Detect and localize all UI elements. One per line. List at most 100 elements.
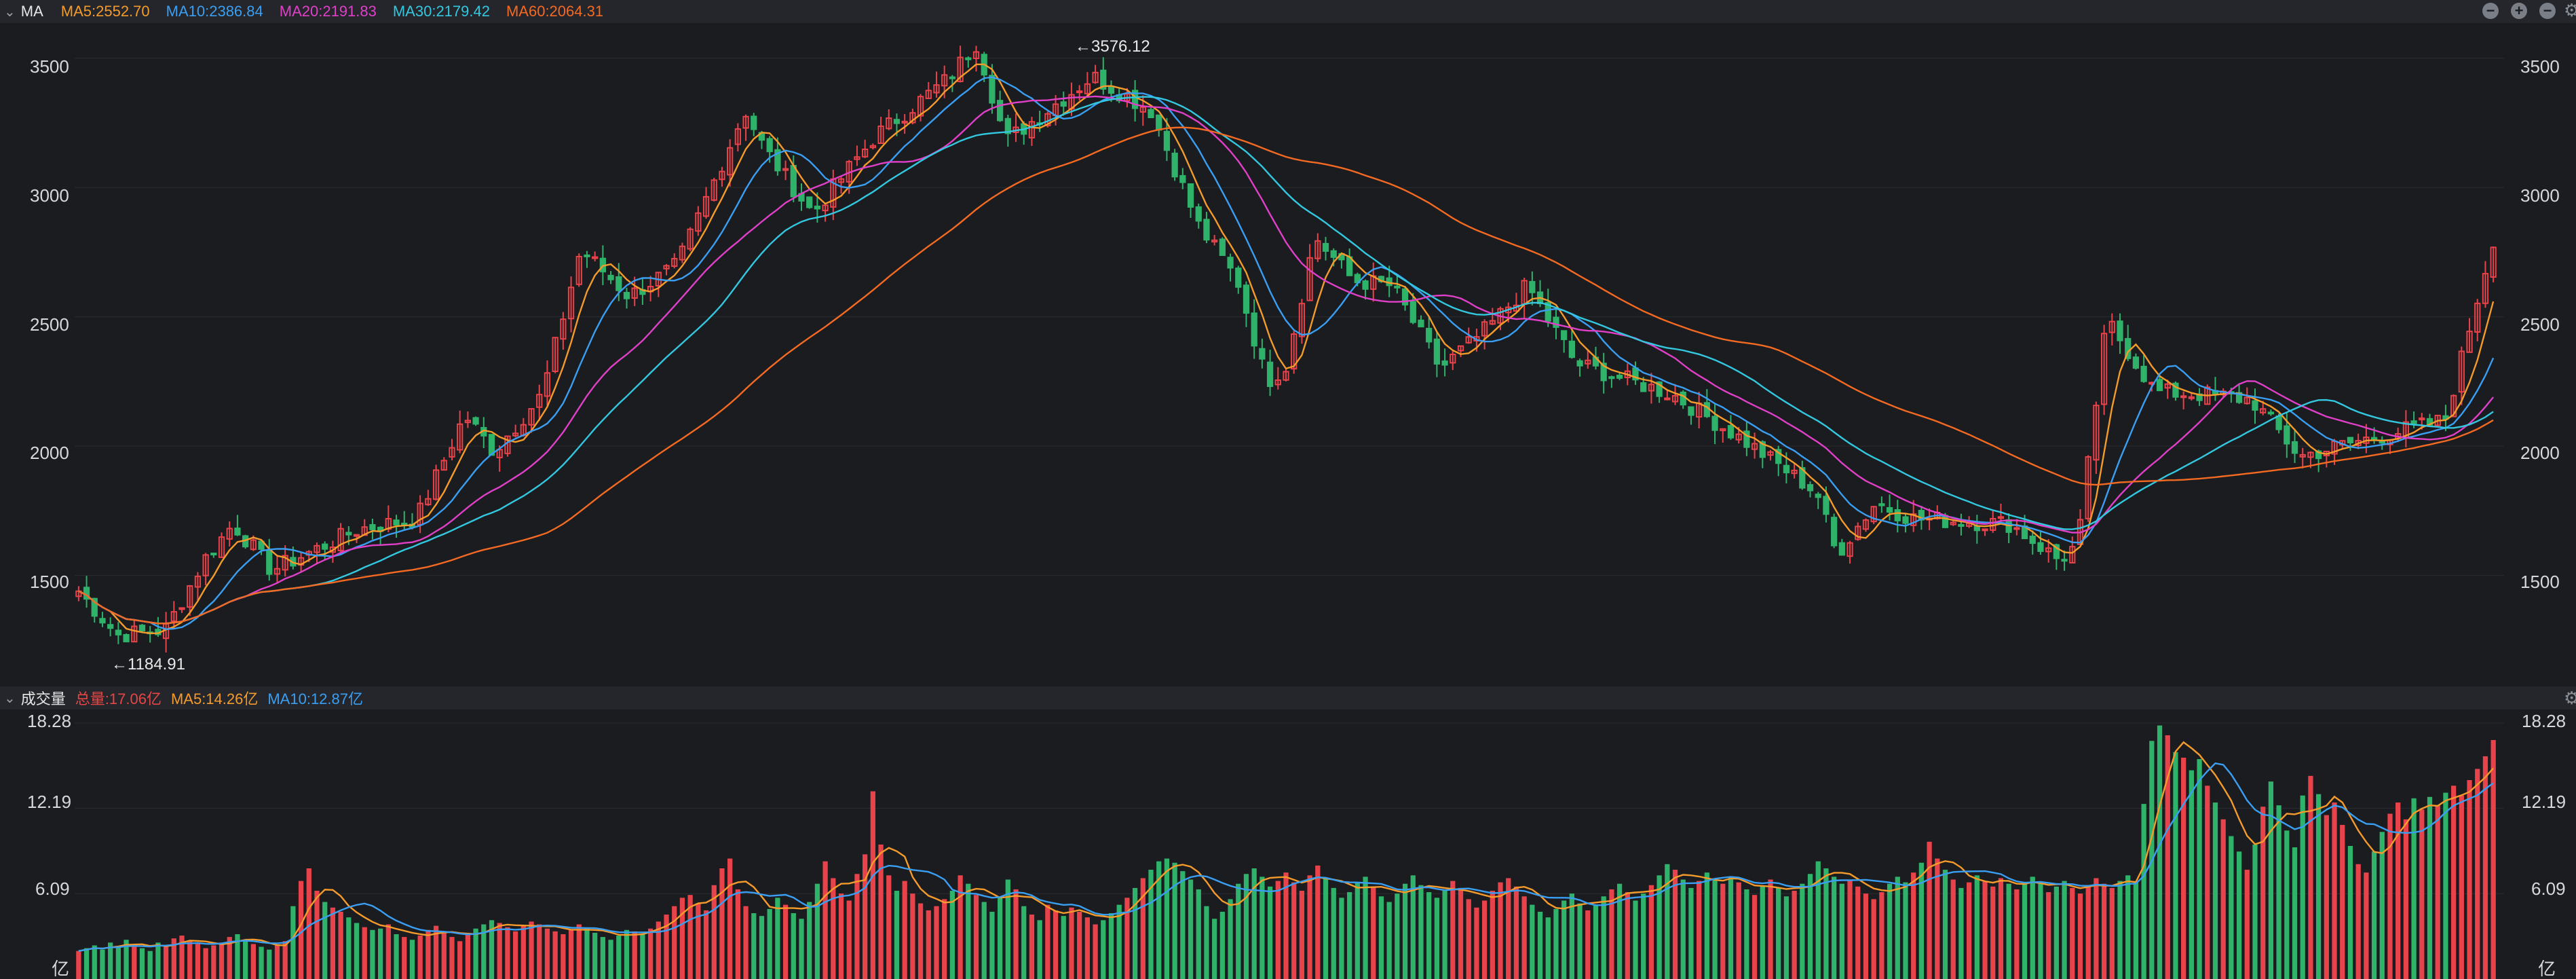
volume-bar [751, 913, 757, 979]
volume-bar [1037, 920, 1042, 979]
volume-bar [537, 924, 542, 979]
ma-indicator-title[interactable]: MA [21, 3, 43, 20]
candle-body [1958, 523, 1965, 527]
volume-bar [211, 945, 216, 979]
volume-bar [2101, 883, 2107, 979]
volume-bar [1490, 891, 1495, 979]
volume-bar [1728, 876, 1734, 979]
candle-body [266, 550, 273, 575]
candle-body [2029, 536, 2036, 544]
volume-bar [647, 928, 654, 979]
volume-bar [2276, 805, 2281, 979]
collapse-chevron-icon[interactable]: ⌄ [4, 3, 16, 20]
candle-body [806, 196, 813, 208]
volume-bar [1792, 891, 1797, 979]
volume-bar [846, 900, 852, 979]
volume-bar [314, 891, 320, 979]
volume-bar [147, 950, 153, 979]
volume-bar [2181, 758, 2186, 979]
volume-bar [1061, 916, 1066, 979]
candle-body [1982, 528, 1988, 532]
volume-bar [1355, 882, 1360, 979]
volume-ma10-value: MA10:12.87亿 [267, 690, 363, 707]
volume-bar [1593, 904, 1599, 979]
candle-body [1187, 183, 1194, 208]
volume-bar [2443, 792, 2448, 979]
volume-bar [338, 911, 343, 979]
volume-bar [791, 913, 796, 979]
candle-body [1831, 517, 1838, 547]
add-indicator-icon[interactable]: + [2511, 3, 2527, 19]
volume-bar [1371, 886, 1376, 979]
candle-body [1243, 284, 1250, 314]
volume-bar [2229, 836, 2234, 979]
volume-bar [2070, 887, 2075, 979]
low-price-annotation: ←1184.91 [111, 655, 185, 673]
collapse-icon[interactable]: − [2539, 3, 2556, 19]
volume-bar [814, 883, 820, 979]
candle-body [1727, 425, 1735, 439]
candle-body [1441, 360, 1448, 366]
volume-bar [465, 932, 471, 979]
candle-body [1163, 130, 1171, 151]
candle-body [751, 115, 757, 130]
volume-bar [2006, 883, 2011, 979]
candle-body [1362, 280, 1369, 290]
minimize-icon[interactable]: − [2482, 3, 2499, 19]
volume-unit-left: 亿 [52, 959, 69, 979]
volume-bar [1966, 882, 1972, 979]
volume-bar [2046, 892, 2051, 979]
candle-body [1886, 506, 1893, 513]
volume-bar [2062, 881, 2067, 979]
candle-body [1680, 391, 1686, 406]
volume-bar [2450, 786, 2457, 979]
volume-bar [2268, 781, 2274, 979]
volume-bar [2292, 847, 2298, 979]
volume-bar [2085, 885, 2091, 979]
volume-bar [854, 874, 860, 979]
candle-body [615, 276, 622, 291]
volume-tick-right-12: 12.19 [2522, 792, 2566, 812]
volume-bar [1434, 898, 1440, 979]
volume-bar [799, 919, 804, 979]
volume-bar [1625, 892, 1630, 979]
candle-body [1259, 348, 1266, 360]
volume-bar [2053, 886, 2060, 979]
volume-bar [1188, 879, 1194, 979]
volume-bar [807, 902, 812, 979]
volume-bar [1323, 878, 1329, 979]
high-price-annotation: ←3576.12 [1075, 37, 1150, 56]
volume-bar [1013, 889, 1019, 979]
volume-bar [1426, 892, 1432, 979]
collapse-chevron-icon[interactable]: ⌄ [4, 690, 16, 707]
volume-bar [512, 931, 518, 979]
volume-bar [1760, 886, 1765, 979]
volume-bar [1783, 896, 1789, 979]
volume-tick-left-18: 18.28 [27, 711, 71, 731]
ma30-value: MA30:2179.42 [392, 3, 490, 20]
candle-body [2275, 415, 2282, 430]
volume-bar [1291, 882, 1297, 979]
volume-bar [568, 929, 574, 979]
kline-chart[interactable]: 3500 3000 2500 2000 1500 3500 3000 2500 … [0, 0, 2576, 979]
candle-body [1894, 509, 1901, 521]
volume-bar [1688, 887, 1694, 979]
volume-bar [2109, 887, 2115, 979]
settings-gear-icon[interactable]: ⚙ [2564, 0, 2576, 21]
candle-body [1902, 516, 1909, 524]
candle-body [2267, 411, 2275, 415]
candle-body [1640, 382, 1647, 392]
candle-body [1330, 250, 1337, 258]
candle-body [345, 532, 352, 536]
candle-body [1806, 484, 1814, 492]
volume-indicator-title[interactable]: 成交量 [21, 687, 66, 709]
volume-bar [1077, 911, 1082, 979]
candle-body [178, 607, 185, 610]
volume-bar [863, 854, 868, 979]
total-volume-value: 总量:17.06亿 [75, 690, 162, 707]
volume-bar [973, 895, 979, 979]
volume-bar [600, 937, 606, 979]
candle-body [1823, 496, 1830, 515]
candle-body [1251, 312, 1257, 347]
settings-gear-icon[interactable]: ⚙ [2564, 688, 2576, 709]
